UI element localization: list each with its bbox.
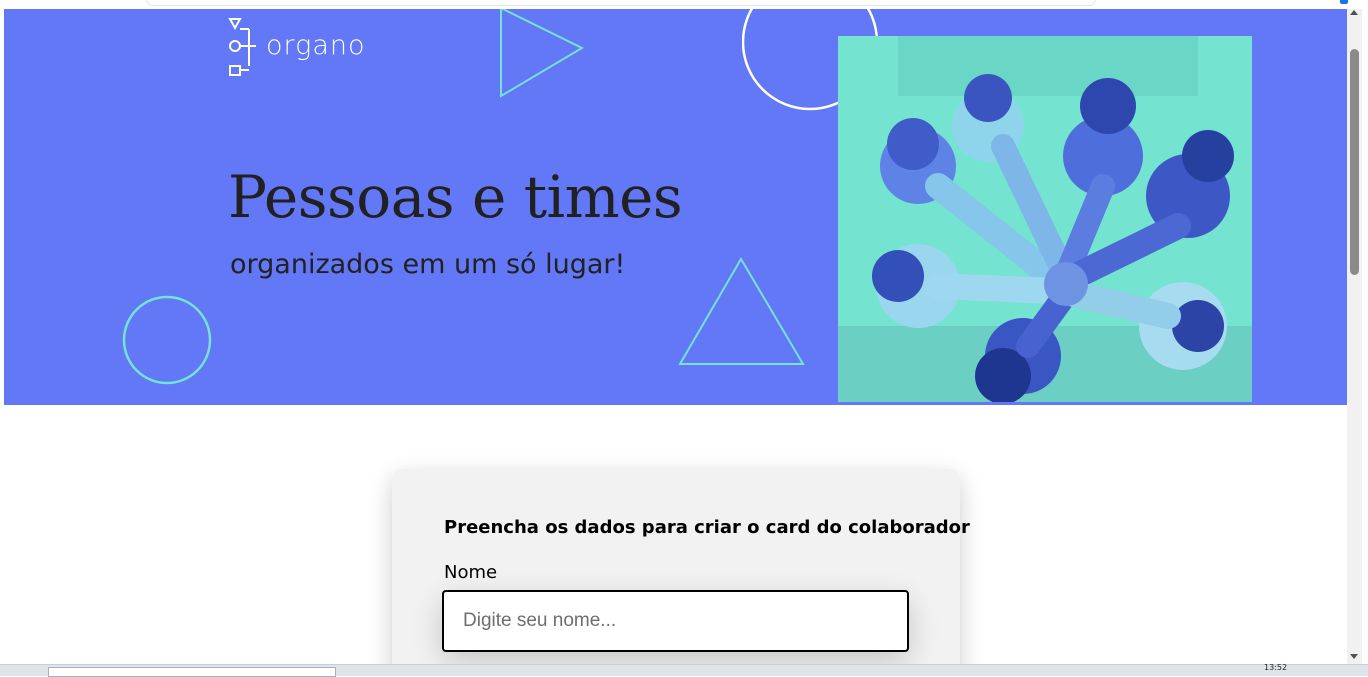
triangle-outline-icon <box>500 9 585 98</box>
triangle-outline-icon <box>678 257 805 365</box>
logo-icon <box>228 18 256 76</box>
hero-banner: organo Pessoas e times organizados em um… <box>4 9 1347 405</box>
scroll-down-icon[interactable] <box>1350 654 1358 659</box>
page-viewport: organo Pessoas e times organizados em um… <box>4 9 1347 664</box>
organo-logo[interactable]: organo <box>228 17 366 77</box>
window-edge <box>1362 9 1368 676</box>
logo-text: organo <box>266 29 366 61</box>
scroll-up-icon[interactable] <box>1350 10 1358 15</box>
browser-indicator-icon <box>1340 0 1348 4</box>
page-scrollbar[interactable] <box>1347 9 1362 664</box>
hero-title: Pessoas e times <box>228 163 683 231</box>
os-taskbar: 13:52 <box>0 663 1368 677</box>
taskbar-clock: 13:52 <box>1264 663 1288 672</box>
team-hands-photo <box>838 36 1252 402</box>
name-input[interactable] <box>442 590 909 652</box>
hero-subtitle: organizados em um só lugar! <box>230 249 626 280</box>
browser-top-bar <box>0 0 1368 9</box>
browser-address-edge <box>146 0 1096 6</box>
name-label: Nome <box>444 562 498 583</box>
collaborator-form: Preencha os dados para criar o card do c… <box>392 469 970 664</box>
form-title: Preencha os dados para criar o card do c… <box>444 517 970 538</box>
circle-outline-icon <box>122 295 212 385</box>
scroll-thumb[interactable] <box>1350 49 1359 275</box>
